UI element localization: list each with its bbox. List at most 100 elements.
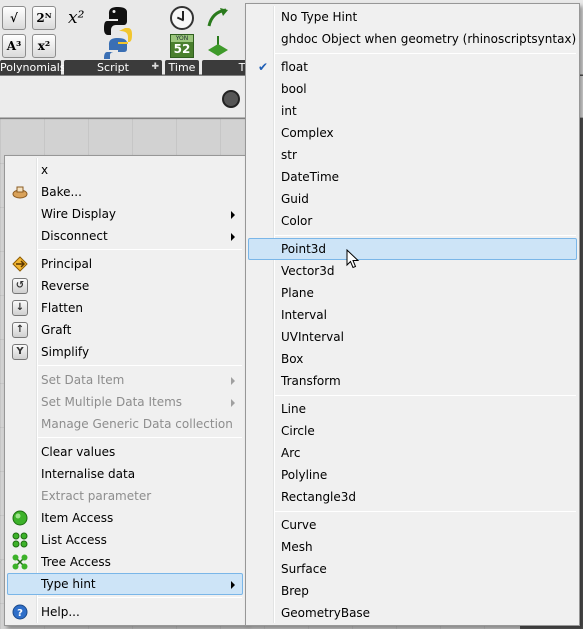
simplify-icon: Y <box>12 344 28 360</box>
submenu-arrow-icon <box>231 233 235 241</box>
type-hint-label: Point3d <box>281 242 327 256</box>
type-hint-line[interactable]: Line <box>248 398 577 420</box>
type-hint-bool[interactable]: bool <box>248 78 577 100</box>
type-hint-brep[interactable]: Brep <box>248 580 577 602</box>
menu-item-clear-values[interactable]: Clear values <box>7 441 243 463</box>
type-hint-label: DateTime <box>281 170 340 184</box>
menu-item-wire-display[interactable]: Wire Display <box>7 203 243 225</box>
menu-item-simplify[interactable]: Y Simplify <box>7 341 243 363</box>
type-hint-vector3d[interactable]: Vector3d <box>248 260 577 282</box>
type-hint-complex[interactable]: Complex <box>248 122 577 144</box>
submenu-arrow-icon <box>231 581 235 589</box>
type-hint-int[interactable]: int <box>248 100 577 122</box>
type-hint-interval[interactable]: Interval <box>248 304 577 326</box>
type-hint-datetime[interactable]: DateTime <box>248 166 577 188</box>
type-hint-circle[interactable]: Circle <box>248 420 577 442</box>
checkmark-icon: ✔ <box>258 60 269 74</box>
type-hint-mesh[interactable]: Mesh <box>248 536 577 558</box>
clock-icon[interactable] <box>170 6 194 30</box>
bake-label: Bake... <box>41 185 82 199</box>
menu-item-disconnect[interactable]: Disconnect <box>7 225 243 247</box>
clear-values-label: Clear values <box>41 445 116 459</box>
expression-icon[interactable]: x² <box>68 8 94 34</box>
panel-expand-icon[interactable]: ✚ <box>151 60 159 75</box>
menu-item-flatten[interactable]: ↓ Flatten <box>7 297 243 319</box>
menu-item-item-access[interactable]: Item Access <box>7 507 243 529</box>
type-hint-surface[interactable]: Surface <box>248 558 577 580</box>
menu-separator <box>37 249 242 250</box>
type-hint-label: Polyline <box>281 468 328 482</box>
type-hint-ghdoc[interactable]: ghdoc Object when geometry (rhinoscripts… <box>248 28 577 50</box>
power-of-two-icon[interactable]: 2ᴺ <box>32 6 56 30</box>
type-hint-uvinterval[interactable]: UVInterval <box>248 326 577 348</box>
tree-access-icon <box>12 554 28 570</box>
graft-icon: ↑ <box>12 322 28 338</box>
bake-icon <box>12 184 28 200</box>
plane-arrow-icon[interactable] <box>206 34 230 58</box>
menu-item-graft[interactable]: ↑ Graft <box>7 319 243 341</box>
type-hint-polyline[interactable]: Polyline <box>248 464 577 486</box>
type-hint-curve[interactable]: Curve <box>248 514 577 536</box>
mouse-pointer-icon <box>346 248 360 269</box>
type-hint-point3d[interactable]: Point3d <box>248 238 577 260</box>
simplify-label: Simplify <box>41 345 90 359</box>
submenu-arrow-icon <box>231 399 235 407</box>
type-hint-box[interactable]: Box <box>248 348 577 370</box>
panel-time-label: Time <box>168 61 196 74</box>
panel-time[interactable]: Time <box>165 60 199 75</box>
menu-separator <box>274 395 576 396</box>
type-hint-label: Arc <box>281 446 301 460</box>
panel-polynomials[interactable]: Polynomials <box>0 60 66 75</box>
type-hint-label: Line <box>281 402 307 416</box>
type-hint-transform[interactable]: Transform <box>248 370 577 392</box>
menu-item-name[interactable]: x <box>7 159 243 181</box>
type-hint-label: Box <box>281 352 304 366</box>
svg-text:?: ? <box>17 608 23 619</box>
type-hint-label: Rectangle3d <box>281 490 357 504</box>
menu-item-reverse[interactable]: ↺ Reverse <box>7 275 243 297</box>
menu-item-set-data-item: Set Data Item <box>7 369 243 391</box>
wire-display-label: Wire Display <box>41 207 117 221</box>
square-icon[interactable]: x² <box>32 34 56 58</box>
type-hint-label: str <box>281 148 297 162</box>
menu-item-principal[interactable]: Principal <box>7 253 243 275</box>
type-hint-str[interactable]: str <box>248 144 577 166</box>
menu-item-type-hint[interactable]: Type hint <box>7 573 243 595</box>
sketch-icon[interactable] <box>222 90 240 108</box>
vector-arrow-icon[interactable] <box>206 6 230 30</box>
type-hint-float[interactable]: ✔ float <box>248 56 577 78</box>
list-access-icon <box>12 532 28 548</box>
type-hint-rectangle3d[interactable]: Rectangle3d <box>248 486 577 508</box>
calendar-icon[interactable]: YON 52 <box>170 34 194 58</box>
cube-icon[interactable]: A³ <box>2 34 26 58</box>
list-access-label: List Access <box>41 533 107 547</box>
internalise-data-label: Internalise data <box>41 467 136 481</box>
menu-separator <box>37 437 242 438</box>
panel-script[interactable]: Script ✚ <box>64 60 162 75</box>
menu-item-internalise-data[interactable]: Internalise data <box>7 463 243 485</box>
type-hint-label: Complex <box>281 126 334 140</box>
type-hint-guid[interactable]: Guid <box>248 188 577 210</box>
disconnect-label: Disconnect <box>41 229 108 243</box>
menu-separator <box>274 511 576 512</box>
menu-item-help[interactable]: ? Help... <box>7 601 243 623</box>
menu-item-tree-access[interactable]: Tree Access <box>7 551 243 573</box>
type-hint-geometrybase[interactable]: GeometryBase <box>248 602 577 624</box>
type-hint-no-type-hint[interactable]: No Type Hint <box>248 6 577 28</box>
type-hint-color[interactable]: Color <box>248 210 577 232</box>
python-icon[interactable] <box>104 4 132 60</box>
help-icon: ? <box>12 604 28 620</box>
menu-item-bake[interactable]: Bake... <box>7 181 243 203</box>
type-hint-arc[interactable]: Arc <box>248 442 577 464</box>
type-hint-plane[interactable]: Plane <box>248 282 577 304</box>
name-field-value: x <box>41 163 49 177</box>
item-access-label: Item Access <box>41 511 114 525</box>
square-root-icon[interactable]: √ <box>2 6 26 30</box>
menu-separator <box>274 53 576 54</box>
menu-item-list-access[interactable]: List Access <box>7 529 243 551</box>
manage-generic-data-label: Manage Generic Data collection <box>41 417 233 431</box>
type-hint-label: Type hint <box>41 577 96 591</box>
set-data-item-label: Set Data Item <box>41 373 125 387</box>
type-hint-label: Curve <box>281 518 317 532</box>
type-hint-label: int <box>281 104 297 118</box>
